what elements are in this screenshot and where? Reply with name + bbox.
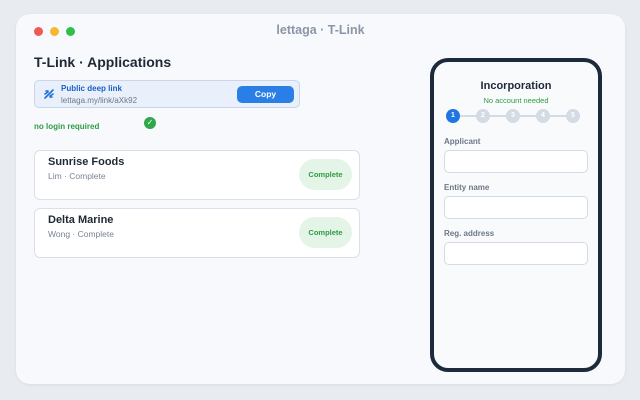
- status-badge: Complete: [299, 159, 352, 190]
- status-badge: Complete: [299, 217, 352, 248]
- entity-name-field[interactable]: [444, 196, 588, 219]
- title-bar: lettaga · T-Link: [16, 14, 625, 48]
- application-name: Sunrise Foods: [48, 156, 125, 168]
- application-name: Delta Marine: [48, 214, 114, 226]
- form-title: Incorporation: [480, 80, 552, 92]
- stepper: 1 2 3 4 5: [446, 108, 586, 124]
- reg-address-field[interactable]: [444, 242, 588, 265]
- link-icon: [43, 88, 55, 100]
- step-3[interactable]: 3: [506, 109, 520, 123]
- step-4[interactable]: 4: [536, 109, 550, 123]
- app-window: lettaga · T-Link T-Link · Applications P…: [16, 14, 625, 384]
- application-subtitle: Lim · Complete: [48, 171, 106, 181]
- step-1[interactable]: 1: [446, 109, 460, 123]
- application-card[interactable]: Sunrise Foods Lim · Complete Complete: [34, 150, 360, 200]
- deep-link-url[interactable]: lettaga.my/link/aXk92: [61, 96, 137, 105]
- page-title: T-Link · Applications: [34, 54, 172, 70]
- deep-link-card: Public deep link lettaga.my/link/aXk92 C…: [34, 80, 300, 108]
- application-card[interactable]: Delta Marine Wong · Complete Complete: [34, 208, 360, 258]
- entity-name-label: Entity name: [444, 183, 490, 192]
- window-title: lettaga · T-Link: [276, 23, 365, 37]
- phone-preview: Incorporation No account needed 1 2 3 4 …: [430, 58, 602, 372]
- form-subtitle: No account needed: [483, 96, 549, 105]
- reg-address-label: Reg. address: [444, 229, 495, 238]
- applicant-field[interactable]: [444, 150, 588, 173]
- copy-link-button[interactable]: Copy: [237, 86, 294, 103]
- applicant-label: Applicant: [444, 137, 481, 146]
- step-2[interactable]: 2: [476, 109, 490, 123]
- check-circle-icon: ✓: [144, 117, 156, 129]
- step-5[interactable]: 5: [566, 109, 580, 123]
- no-login-notice: no login required: [34, 122, 100, 131]
- deep-link-label: Public deep link: [61, 84, 122, 93]
- application-subtitle: Wong · Complete: [48, 229, 114, 239]
